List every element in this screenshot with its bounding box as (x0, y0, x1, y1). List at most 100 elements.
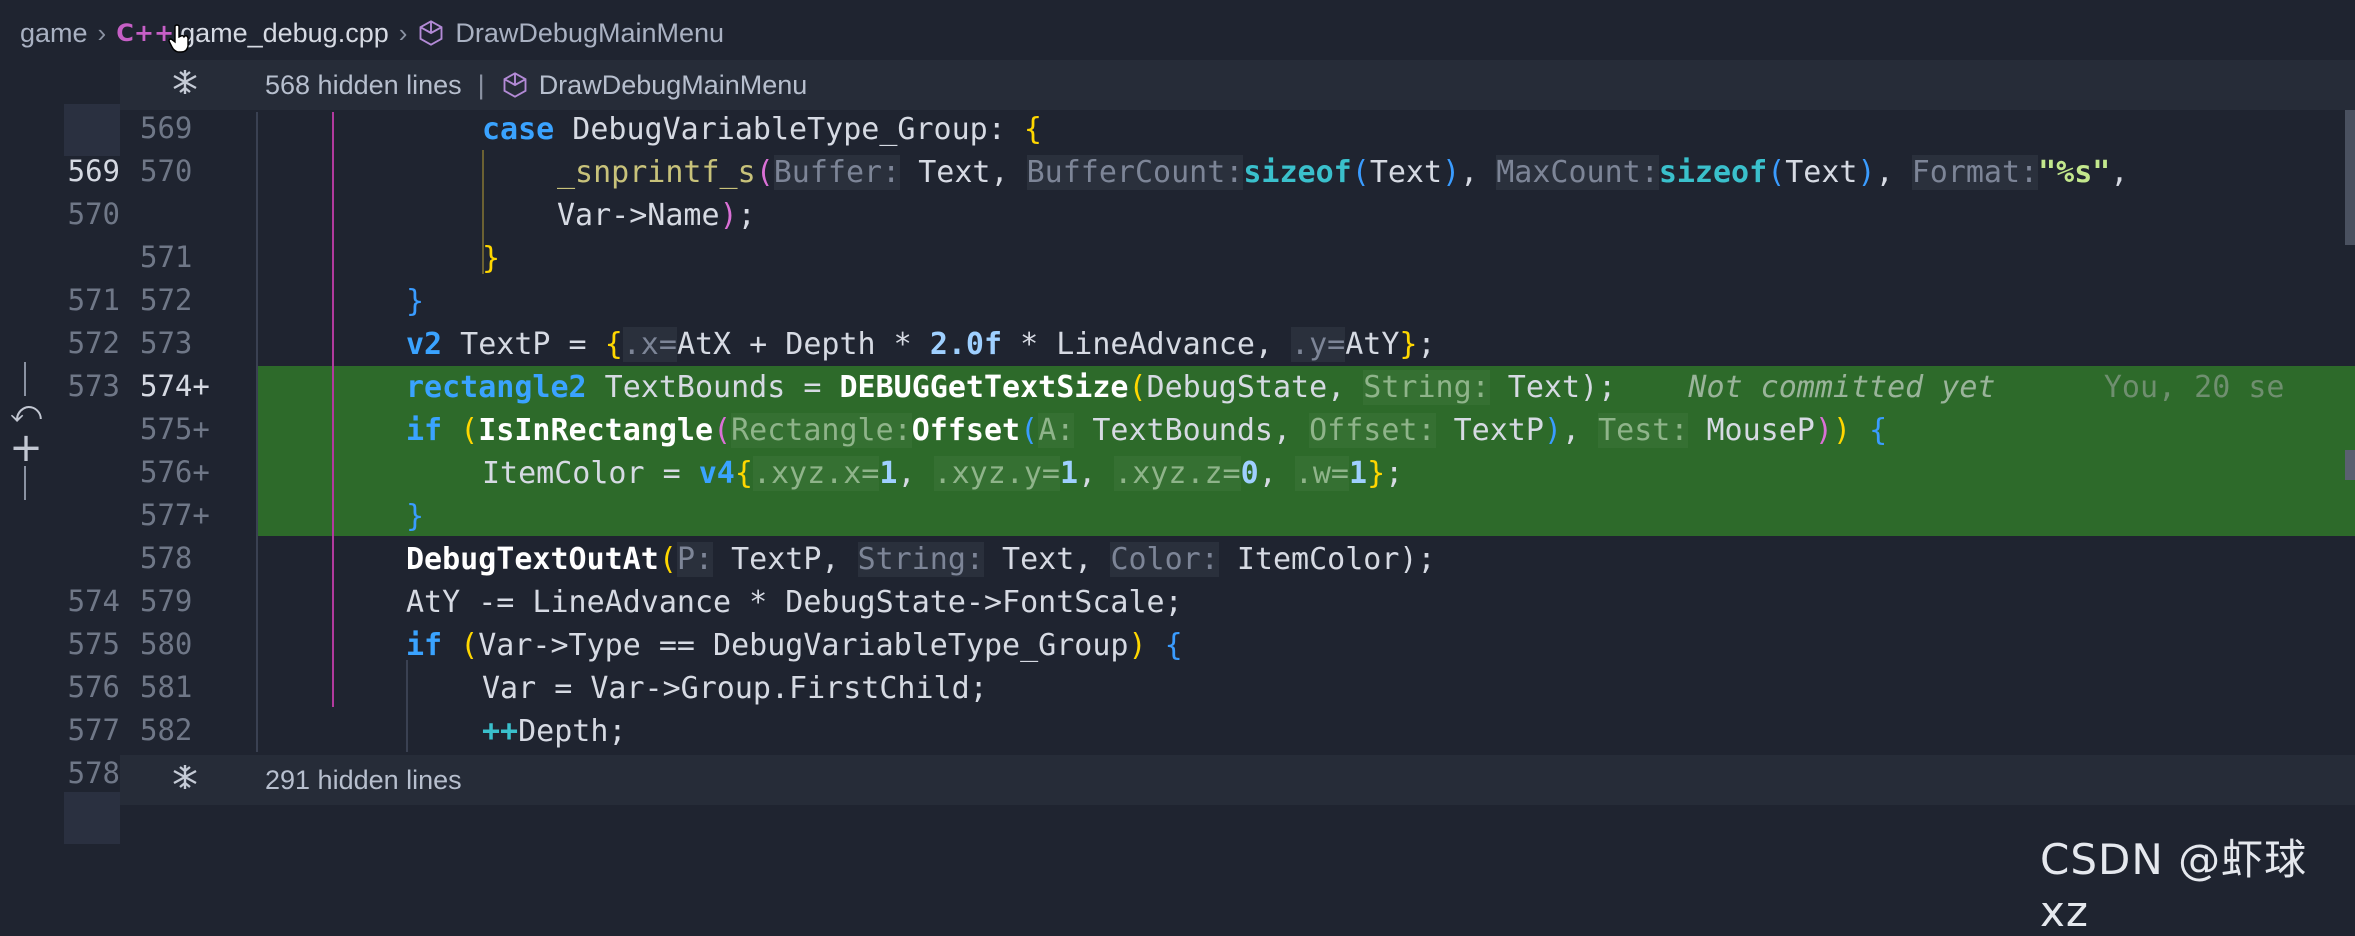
code-text: Var->Name (557, 198, 720, 233)
brace: { (734, 456, 753, 491)
paren: ( (1767, 155, 1786, 190)
new-line-number: 580 (140, 627, 193, 661)
breadcrumb-symbol[interactable]: DrawDebugMainMenu (455, 18, 724, 49)
code-line: Var = Var->Group.FirstChild; (482, 667, 988, 710)
add-icon[interactable]: + (6, 428, 46, 468)
code-text: AtX + Depth * (676, 327, 930, 362)
code-text: Text (1369, 155, 1443, 190)
function-name: _snprintf_s (557, 155, 756, 190)
string-literal: "%s" (2038, 155, 2111, 190)
breadcrumb-file[interactable]: game_debug.cpp (180, 18, 389, 49)
git-blame-annotation: Not committed yet (1688, 370, 1996, 405)
unfold-icon[interactable] (160, 67, 210, 104)
param-hint: .xyz.z= (1114, 456, 1241, 491)
code-text: AtY (1345, 327, 1400, 362)
code-line: if (Var->Type == DebugVariableType_Group… (406, 624, 1183, 667)
new-line-number: 578 (140, 541, 193, 575)
param-hint: .xyz.x= (752, 456, 880, 491)
code-text: TextP, (713, 542, 858, 577)
diff-controls: ⤺ + (6, 362, 46, 500)
param-hint: BufferCount: (1026, 155, 1244, 190)
number-literal: 0 (1240, 456, 1259, 491)
code-text: DebugState, (1146, 370, 1364, 405)
chevron-right-icon: › (398, 17, 408, 48)
chevron-right-icon: › (97, 17, 107, 48)
old-line-number: 569 (67, 154, 120, 188)
new-line-number: 575+ (140, 412, 210, 446)
separator: | (477, 69, 485, 100)
param-hint: Test: (1598, 413, 1689, 448)
code-text: , (1562, 413, 1599, 448)
param-hint: Offset: (1309, 413, 1436, 448)
folded-region-top[interactable]: 568 hidden lines | DrawDebugMainMenu (120, 60, 2355, 110)
old-line-number: 577 (67, 713, 120, 747)
old-line-numbers: 569 570 571 572 573 574 575 576 577 578 (40, 150, 120, 795)
code-text: Text); (1489, 370, 1617, 405)
new-line-number: 581 (140, 670, 193, 704)
brace: } (1367, 456, 1386, 491)
breadcrumb-folder[interactable]: game (20, 18, 88, 49)
code-line: ++Depth; (482, 710, 627, 753)
watermark: CSDN @虾球xz (2040, 835, 2308, 936)
code-line: Var->Name); (557, 194, 756, 237)
param-hint: Buffer: (773, 155, 901, 190)
old-line-number: 571 (67, 283, 120, 317)
code-text: * LineAdvance, (1002, 327, 1292, 362)
code-text: TextP = (442, 327, 605, 362)
hand-cursor-icon (168, 24, 189, 53)
code-text: , (1078, 456, 1115, 491)
folded-region-bottom[interactable]: 291 hidden lines (120, 755, 2355, 805)
code-line: DebugTextOutAt(P: TextP, String: Text, C… (406, 538, 1436, 581)
code-text: MouseP (1688, 413, 1815, 448)
unfold-icon[interactable] (160, 762, 210, 799)
code-text: Var = Var->Group.FirstChild; (482, 671, 988, 706)
hidden-lines-label: 291 hidden lines (265, 764, 462, 795)
code-text: ; (1385, 456, 1404, 491)
code-text: TextBounds = (586, 370, 840, 405)
old-line-number: 574 (67, 584, 120, 618)
scrollbar-thumb[interactable] (2345, 110, 2355, 245)
hidden-lines-label: 568 hidden lines (265, 69, 462, 100)
code-text: AtY -= LineAdvance * DebugState->FontSca… (406, 585, 1183, 620)
breadcrumb: game › C++ game_debug.cpp › DrawDebugMai… (0, 0, 2355, 66)
new-line-number (140, 193, 240, 236)
indent-guide (332, 112, 334, 707)
code-line-added: if (IsInRectangle(Rectangle:Offset(A: Te… (406, 409, 1887, 452)
method-cube-icon (503, 72, 527, 98)
paren: ) (1442, 155, 1461, 190)
code-text: ItemColor); (1218, 542, 1436, 577)
cpp-file-icon: C++ (116, 19, 175, 47)
old-line-number: 570 (67, 197, 120, 231)
paren: ( (1128, 370, 1147, 405)
type: rectangle2 (406, 370, 587, 405)
code-line: v2 TextP = {.x=AtX + Depth * 2.0f * Line… (406, 323, 1436, 366)
new-line-numbers: 569 570 571 572 573 574+ 575+ 576+ 577+ … (140, 107, 240, 752)
param-hint: A: (1038, 413, 1075, 448)
old-line-number: 578 (67, 756, 120, 790)
code-text: Var->Type == DebugVariableType_Group (478, 628, 1129, 663)
code-line-added: rectangle2 TextBounds = DEBUGGetTextSize… (406, 366, 2284, 409)
code-text: Text, (984, 542, 1111, 577)
param-hint: String: (857, 542, 984, 577)
paren: ( (1020, 413, 1039, 448)
code-text: , (2110, 155, 2129, 190)
code-line-added: } (406, 495, 424, 538)
code-line: } (406, 280, 424, 323)
paren: ( (713, 413, 732, 448)
diff-bar (24, 466, 26, 500)
code-text: ; (737, 198, 756, 233)
brace: { (604, 327, 623, 362)
gutter-marker (64, 792, 120, 844)
new-line-number: 579 (140, 584, 193, 618)
code-text: Text (1785, 155, 1858, 190)
new-line-number: 571 (140, 240, 193, 274)
keyword: sizeof (1243, 155, 1352, 190)
function-name: IsInRectangle (478, 413, 714, 448)
code-text: , (1460, 155, 1497, 190)
paren: ) (1128, 628, 1147, 663)
